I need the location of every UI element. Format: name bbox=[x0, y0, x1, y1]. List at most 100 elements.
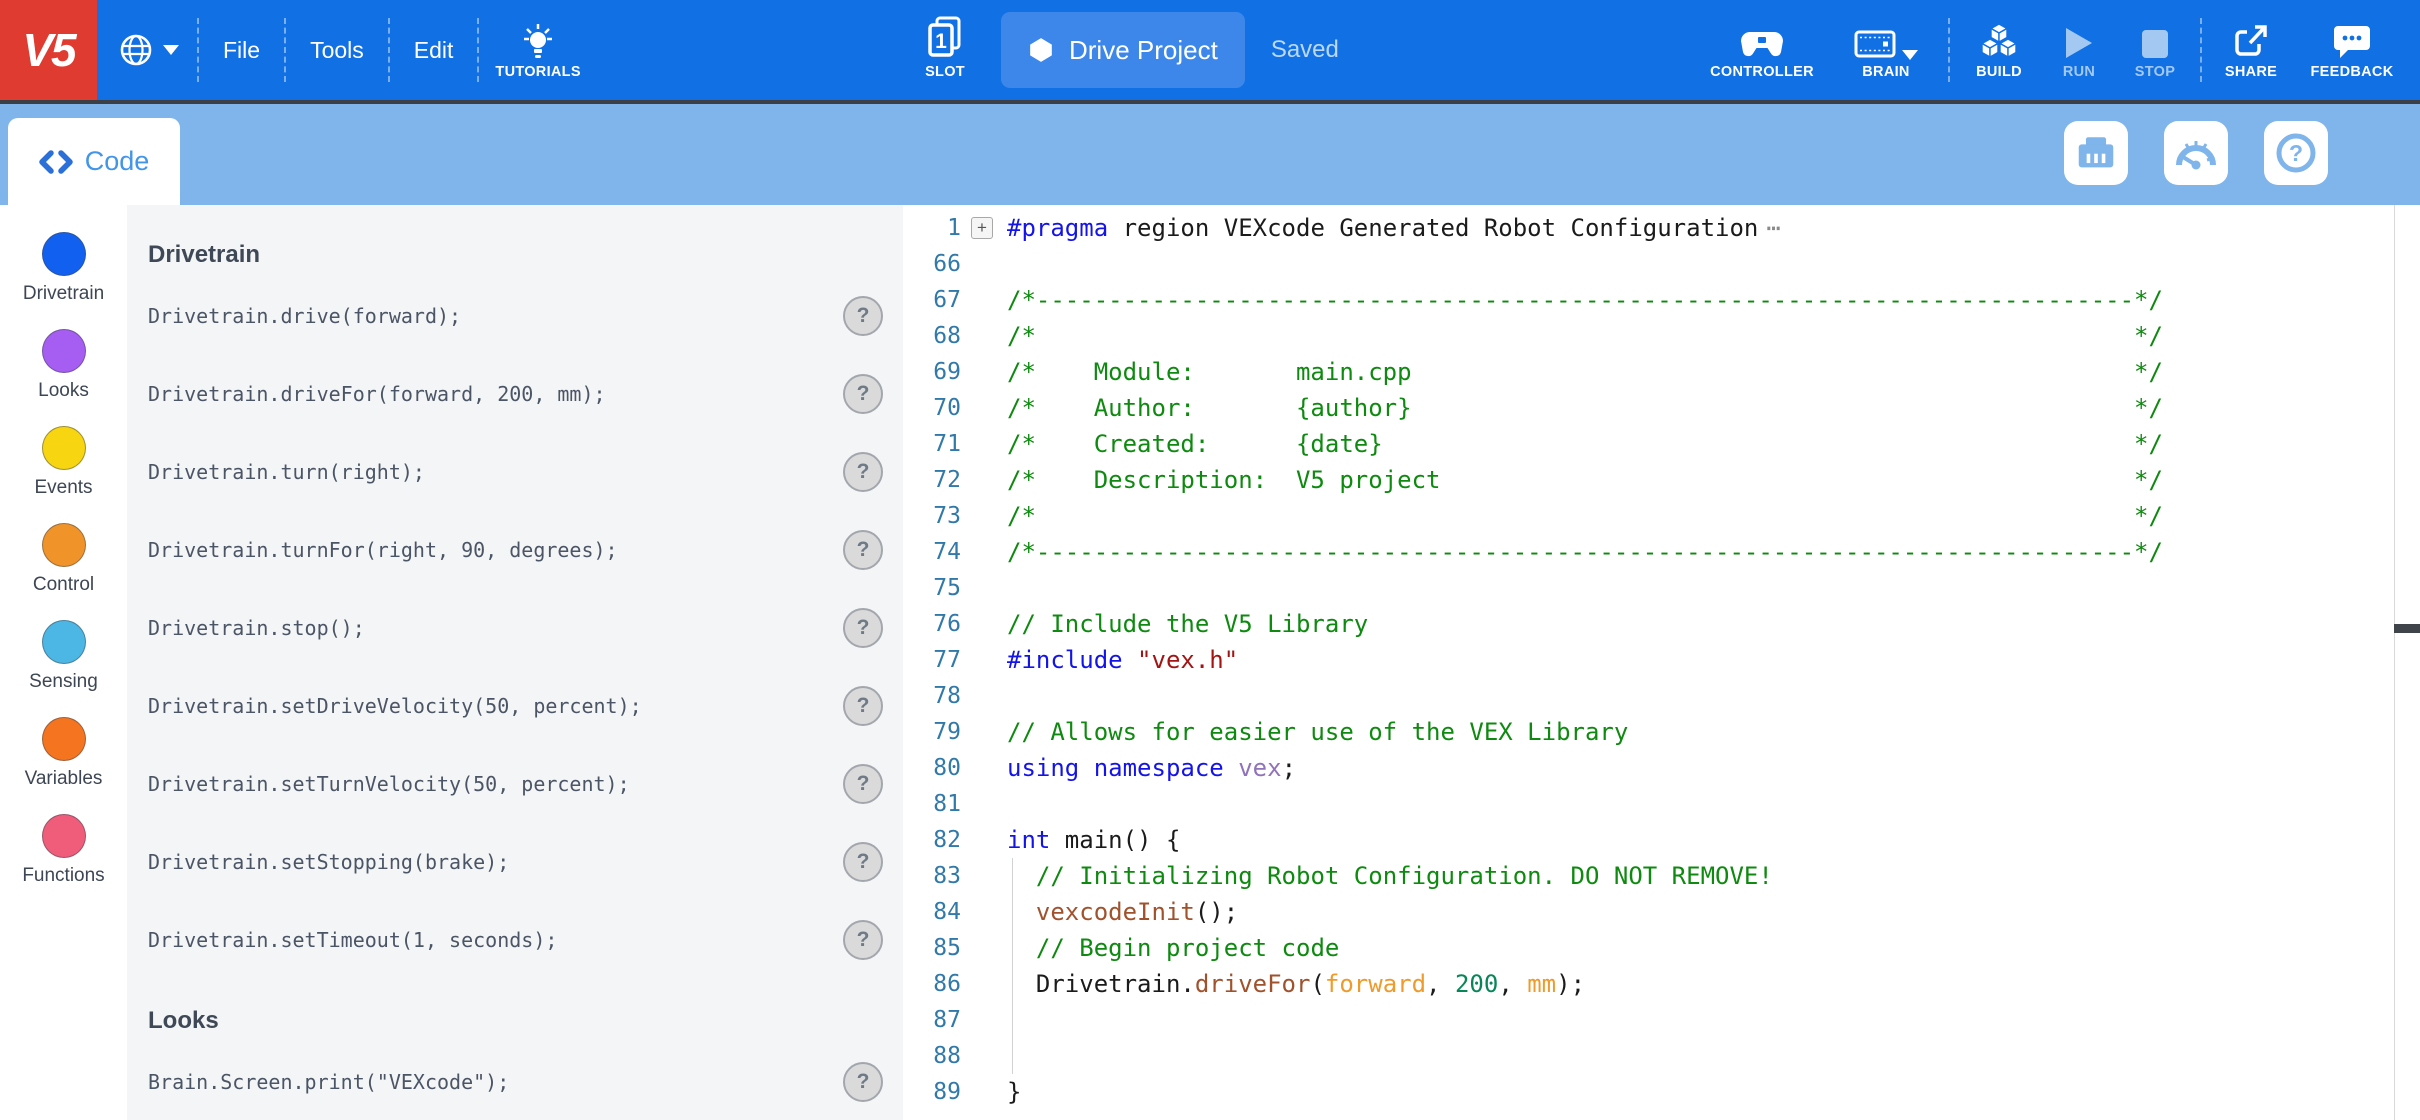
dashboard-button[interactable] bbox=[2164, 121, 2228, 185]
share-icon bbox=[2233, 24, 2269, 60]
command-snippet[interactable]: Drivetrain.drive(forward); bbox=[148, 304, 843, 328]
command-help-button[interactable]: ? bbox=[843, 296, 883, 336]
sidebar-item-looks[interactable]: Looks bbox=[0, 329, 127, 426]
code-line[interactable]: 76// Include the V5 Library bbox=[903, 606, 2420, 642]
command-snippet[interactable]: Drivetrain.stop(); bbox=[148, 616, 843, 640]
command-help-button[interactable]: ? bbox=[843, 764, 883, 804]
code-line[interactable]: 70/* Author: {author} */ bbox=[903, 390, 2420, 426]
code-text: #include "vex.h" bbox=[1007, 642, 1238, 678]
code-line[interactable]: 89} bbox=[903, 1074, 2420, 1110]
line-number: 1 bbox=[903, 210, 961, 246]
brain-button[interactable]: BRAIN bbox=[1838, 20, 1934, 80]
command-snippet[interactable]: Drivetrain.turn(right); bbox=[148, 460, 843, 484]
code-line[interactable]: 73/* */ bbox=[903, 498, 2420, 534]
indent-guide bbox=[1012, 966, 1013, 1002]
command-help-button[interactable]: ? bbox=[843, 920, 883, 960]
indent-guide bbox=[1012, 930, 1013, 966]
code-line[interactable]: 81 bbox=[903, 786, 2420, 822]
fold-column bbox=[961, 786, 1007, 822]
functions-category-icon bbox=[42, 814, 86, 858]
code-line[interactable]: 75 bbox=[903, 570, 2420, 606]
line-number: 72 bbox=[903, 462, 961, 498]
code-line[interactable]: 82int main() { bbox=[903, 822, 2420, 858]
command-panel: DrivetrainDrivetrain.drive(forward);?Dri… bbox=[127, 205, 903, 1120]
build-button[interactable]: BUILD bbox=[1964, 20, 2034, 80]
code-line[interactable]: 78 bbox=[903, 678, 2420, 714]
code-line[interactable]: 86 Drivetrain.driveFor(forward, 200, mm)… bbox=[903, 966, 2420, 1002]
share-button[interactable]: SHARE bbox=[2216, 20, 2286, 80]
fold-column bbox=[961, 462, 1007, 498]
code-line[interactable]: 79// Allows for easier use of the VEX Li… bbox=[903, 714, 2420, 750]
tab-code-label: Code bbox=[85, 146, 150, 177]
command-snippet[interactable]: Drivetrain.setStopping(brake); bbox=[148, 850, 843, 874]
command-help-button[interactable]: ? bbox=[843, 374, 883, 414]
code-line[interactable]: 84 vexcodeInit(); bbox=[903, 894, 2420, 930]
command-snippet[interactable]: Drivetrain.setDriveVelocity(50, percent)… bbox=[148, 694, 843, 718]
share-label: SHARE bbox=[2225, 64, 2277, 80]
code-line[interactable]: 77#include "vex.h" bbox=[903, 642, 2420, 678]
brain-device-button[interactable] bbox=[2064, 121, 2128, 185]
language-menu-button[interactable] bbox=[100, 0, 197, 100]
command-help-button[interactable]: ? bbox=[843, 530, 883, 570]
code-line[interactable]: 74/*------------------------------------… bbox=[903, 534, 2420, 570]
code-line[interactable]: 72/* Description: V5 project */ bbox=[903, 462, 2420, 498]
code-line[interactable]: 68/* */ bbox=[903, 318, 2420, 354]
fold-column bbox=[961, 1002, 1007, 1038]
command-snippet[interactable]: Drivetrain.setTimeout(1, seconds); bbox=[148, 928, 843, 952]
code-editor[interactable]: 1+#pragma region VEXcode Generated Robot… bbox=[903, 205, 2420, 1120]
folded-region-indicator[interactable]: ⋯ bbox=[1766, 214, 1780, 242]
fold-column bbox=[961, 1038, 1007, 1074]
stop-button[interactable]: STOP bbox=[2124, 20, 2186, 80]
sidebar-item-sensing[interactable]: Sensing bbox=[0, 620, 127, 717]
tab-code[interactable]: Code bbox=[8, 118, 180, 205]
sidebar-item-functions[interactable]: Functions bbox=[0, 814, 127, 911]
command-snippet[interactable]: Drivetrain.driveFor(forward, 200, mm); bbox=[148, 382, 843, 406]
fold-column bbox=[961, 714, 1007, 750]
code-line[interactable]: 80using namespace vex; bbox=[903, 750, 2420, 786]
code-line[interactable]: 83 // Initializing Robot Configuration. … bbox=[903, 858, 2420, 894]
menu-tools[interactable]: Tools bbox=[286, 0, 388, 100]
command-help-button[interactable]: ? bbox=[843, 452, 883, 492]
scrollbar-thumb[interactable] bbox=[2394, 624, 2420, 633]
feedback-button[interactable]: FEEDBACK bbox=[2300, 20, 2404, 80]
menu-edit[interactable]: Edit bbox=[390, 0, 478, 100]
sidebar-item-variables[interactable]: Variables bbox=[0, 717, 127, 814]
code-line[interactable]: 71/* Created: {date} */ bbox=[903, 426, 2420, 462]
project-group: 1 SLOT Drive Project Saved bbox=[915, 0, 1339, 100]
run-button[interactable]: RUN bbox=[2048, 20, 2110, 80]
command-snippet[interactable]: Drivetrain.setTurnVelocity(50, percent); bbox=[148, 772, 843, 796]
brain-label: BRAIN bbox=[1862, 64, 1909, 80]
tutorials-button[interactable]: TUTORIALS bbox=[479, 0, 596, 100]
indent-guide bbox=[1012, 1038, 1013, 1074]
code-line[interactable]: 87 bbox=[903, 1002, 2420, 1038]
code-line[interactable]: 1+#pragma region VEXcode Generated Robot… bbox=[903, 210, 2420, 246]
code-line[interactable]: 88 bbox=[903, 1038, 2420, 1074]
code-text: int main() { bbox=[1007, 822, 1180, 858]
project-name-button[interactable]: Drive Project bbox=[1001, 12, 1245, 88]
code-line[interactable]: 69/* Module: main.cpp */ bbox=[903, 354, 2420, 390]
menu-file[interactable]: File bbox=[199, 0, 284, 100]
sidebar-item-control[interactable]: Control bbox=[0, 523, 127, 620]
help-button[interactable]: ? bbox=[2264, 121, 2328, 185]
code-line[interactable]: 67/*------------------------------------… bbox=[903, 282, 2420, 318]
code-line[interactable]: 85 // Begin project code bbox=[903, 930, 2420, 966]
slot-label: SLOT bbox=[925, 64, 965, 80]
controller-button[interactable]: CONTROLLER bbox=[1700, 20, 1824, 80]
sidebar-item-events[interactable]: Events bbox=[0, 426, 127, 523]
command-help-button[interactable]: ? bbox=[843, 1062, 883, 1102]
sidebar-item-drivetrain[interactable]: Drivetrain bbox=[0, 232, 127, 329]
vexcode-v5-logo: V5 bbox=[0, 0, 97, 100]
code-text: /* Created: {date} */ bbox=[1007, 426, 2163, 462]
fold-toggle-icon[interactable]: + bbox=[971, 217, 993, 239]
slot-button[interactable]: 1 SLOT bbox=[915, 20, 975, 80]
command-help-button[interactable]: ? bbox=[843, 608, 883, 648]
chevron-down-icon bbox=[163, 45, 179, 55]
command-help-button[interactable]: ? bbox=[843, 842, 883, 882]
command-snippet[interactable]: Drivetrain.turnFor(right, 90, degrees); bbox=[148, 538, 843, 562]
code-brackets-icon bbox=[39, 150, 73, 174]
lightbulb-icon bbox=[522, 24, 554, 60]
command-snippet[interactable]: Brain.Screen.print("VEXcode"); bbox=[148, 1070, 843, 1094]
command-help-button[interactable]: ? bbox=[843, 686, 883, 726]
code-line[interactable]: 66 bbox=[903, 246, 2420, 282]
command-row: Drivetrain.setTimeout(1, seconds);? bbox=[148, 901, 883, 979]
